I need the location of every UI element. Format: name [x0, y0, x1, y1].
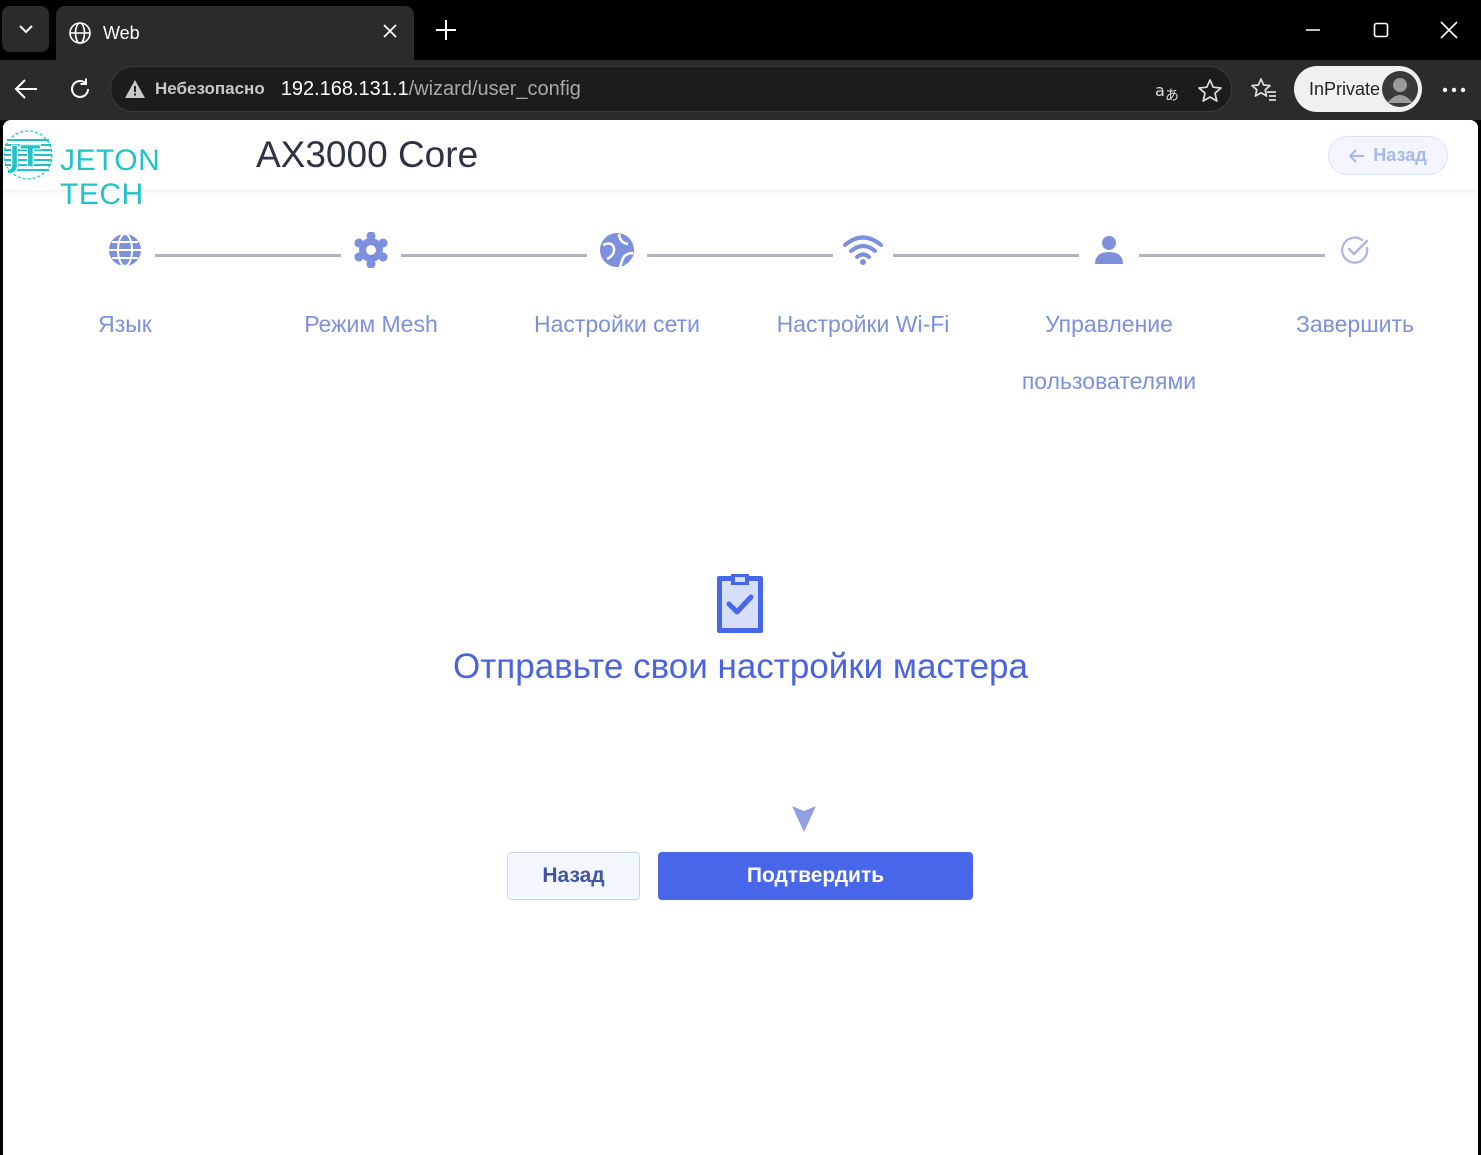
refresh-icon: [71, 78, 89, 98]
url-host: 192.168.131.1: [280, 77, 409, 100]
translate-icon: aあ: [1155, 81, 1179, 103]
page-content: JT JETON TECH AX3000 Core Назад Язык Реж…: [3, 120, 1478, 1155]
translate-button[interactable]: aあ: [1154, 77, 1182, 105]
tab-close-button[interactable]: [378, 19, 402, 43]
browser-toolbar: Небезопасно 192.168.131.1/wizard/user_co…: [0, 60, 1481, 120]
back-button[interactable]: Назад: [507, 852, 640, 900]
wizard-stepper: Язык Режим Mesh Настройки сети Настройки…: [3, 230, 1478, 394]
svg-text:あ: あ: [1165, 88, 1179, 103]
arrow-left-icon: [14, 79, 37, 99]
settings-more-button[interactable]: [1436, 72, 1472, 108]
gear-icon: [351, 230, 391, 270]
step-connector: [1139, 254, 1325, 257]
plus-icon: [436, 20, 456, 40]
more-dots-icon: [1442, 87, 1466, 93]
url-text[interactable]: 192.168.131.1/wizard/user_config: [281, 78, 581, 101]
step-label-users: Управление пользователями: [1021, 311, 1197, 394]
maximize-icon: [1373, 22, 1389, 38]
svg-text:JT: JT: [7, 140, 41, 175]
new-tab-button[interactable]: [430, 14, 462, 46]
add-favorite-button[interactable]: [1196, 77, 1224, 105]
step-label-wifi: Настройки Wi-Fi: [776, 311, 950, 337]
back-nav-button[interactable]: [7, 70, 45, 108]
user-icon: [1089, 230, 1129, 270]
tab-actions-menu-button[interactable]: [2, 6, 49, 52]
chevron-down-icon: [18, 25, 33, 34]
browser-tab-bar: Web: [0, 0, 1481, 60]
network-globe-icon: [597, 230, 637, 270]
step-connector: [893, 254, 1079, 257]
minimize-button[interactable]: [1290, 8, 1336, 52]
confirm-button[interactable]: Подтвердить: [658, 852, 973, 900]
step-label-network: Настройки сети: [533, 311, 701, 337]
close-icon: [1440, 21, 1458, 39]
refresh-button[interactable]: [61, 70, 99, 108]
security-status[interactable]: Небезопасно: [155, 79, 265, 99]
maximize-button[interactable]: [1358, 8, 1404, 52]
step-label-finish: Завершить: [1295, 311, 1415, 337]
step-label-mesh: Режим Mesh: [304, 311, 438, 337]
step-label-language: Язык: [98, 311, 152, 337]
cursor-pointer-icon: [791, 805, 817, 833]
header-back-button[interactable]: Назад: [1328, 136, 1448, 175]
globe-icon: [69, 22, 91, 44]
warning-icon[interactable]: [123, 77, 147, 101]
globe-icon: [105, 230, 145, 270]
step-connector: [401, 254, 587, 257]
wifi-icon: [843, 230, 883, 270]
header-back-label: Назад: [1373, 145, 1427, 165]
avatar: [1382, 71, 1418, 107]
brand-logo: JT JETON TECH: [3, 130, 243, 211]
brand-name: JETON TECH: [60, 144, 161, 211]
minimize-icon: [1306, 29, 1320, 31]
product-name: AX3000 Core: [256, 134, 479, 175]
close-window-button[interactable]: [1426, 8, 1472, 52]
address-bar[interactable]: Небезопасно 192.168.131.1/wizard/user_co…: [110, 66, 1232, 112]
favorites-icon: [1251, 78, 1276, 101]
inprivate-profile-button[interactable]: InPrivate: [1294, 66, 1422, 112]
tab-title: Web: [103, 22, 140, 43]
inprivate-label: InPrivate: [1309, 78, 1381, 99]
jt-logo-icon: JT: [3, 130, 53, 180]
svg-text:a: a: [1155, 81, 1165, 100]
check-circle-icon: [1335, 230, 1375, 270]
step-connector: [155, 254, 341, 257]
clipboard-check-icon: [715, 572, 765, 635]
browser-tab[interactable]: Web: [56, 6, 414, 60]
page-title: Отправьте свои настройки мастера: [453, 647, 1028, 686]
favorites-button[interactable]: [1248, 74, 1280, 106]
url-path: /wizard/user_config: [408, 77, 581, 100]
page-header: JT JETON TECH AX3000 Core Назад: [3, 120, 1478, 211]
star-icon: [1198, 79, 1222, 102]
arrow-left-icon: [1349, 148, 1365, 163]
step-connector: [647, 254, 833, 257]
close-icon: [383, 24, 397, 38]
